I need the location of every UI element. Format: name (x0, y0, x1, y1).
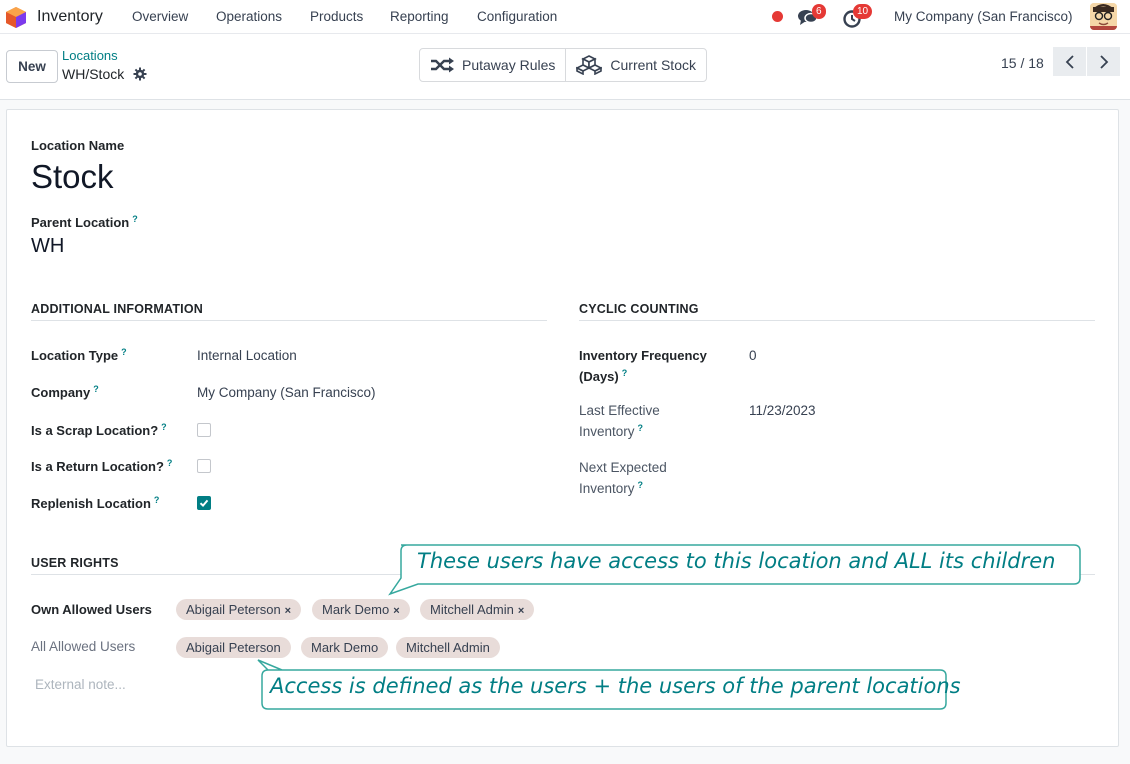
help-icon[interactable]: ? (622, 368, 628, 378)
pager-previous-button[interactable] (1053, 47, 1086, 76)
own-user-tag[interactable]: Abigail Peterson × (176, 599, 302, 620)
shuffle-icon (431, 57, 454, 73)
current-stock-button[interactable]: Current Stock (565, 49, 706, 81)
section-divider (579, 320, 1095, 321)
replenish-location-label: Replenish Location? (31, 495, 160, 511)
pager-value[interactable]: 15 / 18 (1001, 55, 1044, 71)
user-avatar[interactable] (1090, 3, 1117, 30)
current-stock-label: Current Stock (610, 57, 696, 73)
scrap-location-label-text: Is a Scrap Location? (31, 423, 159, 438)
help-icon[interactable]: ? (638, 480, 644, 490)
form-sheet: Location Name Stock Parent Location? WH … (6, 109, 1119, 747)
cyclic-counting-title: CYCLIC COUNTING (579, 302, 699, 316)
external-note-input[interactable]: External note... (35, 677, 126, 692)
location-name-field[interactable]: Stock (31, 158, 114, 196)
menu-operations[interactable]: Operations (216, 9, 282, 24)
company-label-text: Company (31, 385, 91, 400)
inventory-frequency-label: Inventory Frequency (579, 348, 707, 363)
pager-next-button[interactable] (1087, 47, 1120, 76)
return-location-checkbox[interactable] (197, 459, 211, 473)
help-icon[interactable]: ? (161, 422, 167, 432)
location-type-label: Location Type? (31, 347, 127, 363)
replenish-location-checkbox[interactable] (197, 496, 211, 510)
help-icon[interactable]: ? (167, 458, 173, 468)
parent-location-label-text: Parent Location (31, 215, 130, 230)
checkmark-icon (199, 499, 209, 508)
return-location-label-text: Is a Return Location? (31, 459, 164, 474)
next-expected-label-text: Inventory (579, 481, 635, 496)
remove-tag-icon[interactable]: × (518, 605, 524, 617)
own-user-tag[interactable]: Mitchell Admin × (420, 599, 535, 620)
parent-location-label: Parent Location? (31, 214, 138, 230)
control-panel: New Locations WH/Stock Putaway Rules Cur… (0, 34, 1130, 100)
location-name-label: Location Name (31, 138, 125, 153)
breadcrumb-current: WH/Stock (62, 66, 125, 82)
chevron-right-icon (1099, 54, 1108, 69)
callout-bottom-text: Access is defined as the users + the use… (270, 674, 961, 698)
parent-location-field[interactable]: WH (31, 235, 64, 258)
help-icon[interactable]: ? (121, 347, 127, 357)
company-field[interactable]: My Company (San Francisco) (197, 385, 376, 400)
menu-configuration[interactable]: Configuration (477, 9, 557, 24)
scrap-location-checkbox[interactable] (197, 423, 211, 437)
location-type-label-text: Location Type (31, 348, 119, 363)
menu-reporting[interactable]: Reporting (390, 9, 449, 24)
menu-overview[interactable]: Overview (132, 9, 188, 24)
putaway-rules-button[interactable]: Putaway Rules (420, 49, 565, 81)
gear-icon[interactable] (133, 67, 147, 81)
remove-tag-icon[interactable]: × (393, 605, 399, 617)
own-user-tag-name: Mark Demo (322, 602, 390, 617)
own-allowed-users-label: Own Allowed Users (31, 602, 152, 617)
help-icon[interactable]: ? (93, 384, 99, 394)
last-effective-label-line2: Inventory? (579, 423, 644, 439)
location-type-field[interactable]: Internal Location (197, 348, 297, 363)
new-button[interactable]: New (6, 50, 58, 83)
all-user-tag: Mitchell Admin (396, 637, 500, 658)
section-divider (31, 574, 1095, 575)
putaway-rules-label: Putaway Rules (462, 57, 556, 73)
user-rights-title: USER RIGHTS (31, 556, 119, 570)
help-icon[interactable]: ? (132, 214, 138, 224)
company-label: Company? (31, 384, 99, 400)
chevron-left-icon (1065, 54, 1074, 69)
scrap-location-label: Is a Scrap Location?? (31, 422, 167, 438)
status-dot-icon[interactable] (772, 11, 783, 22)
all-user-tag: Abigail Peterson (176, 637, 291, 658)
inventory-app-icon[interactable] (6, 7, 26, 28)
top-navbar: Inventory Overview Operations Products R… (0, 0, 1130, 34)
app-name[interactable]: Inventory (37, 8, 103, 26)
all-user-tag: Mark Demo (301, 637, 389, 658)
help-icon[interactable]: ? (638, 423, 644, 433)
next-expected-label: Next Expected (579, 460, 667, 475)
inventory-frequency-label-text: (Days) (579, 369, 619, 384)
messages-badge: 6 (812, 4, 826, 19)
replenish-location-label-text: Replenish Location (31, 496, 151, 511)
last-effective-label: Last Effective (579, 403, 660, 418)
own-user-tag-name: Mitchell Admin (430, 602, 514, 617)
own-user-tag[interactable]: Mark Demo × (312, 599, 410, 620)
remove-tag-icon[interactable]: × (285, 605, 291, 617)
activities-badge: 10 (853, 4, 873, 19)
last-effective-value: 11/23/2023 (749, 403, 816, 418)
inventory-frequency-label-line2: (Days)? (579, 368, 628, 384)
last-effective-label-text: Inventory (579, 424, 635, 439)
next-expected-label-line2: Inventory? (579, 480, 644, 496)
company-switcher[interactable]: My Company (San Francisco) (894, 9, 1073, 24)
own-user-tag-name: Abigail Peterson (186, 602, 281, 617)
breadcrumb-locations[interactable]: Locations (62, 48, 118, 63)
additional-info-title: ADDITIONAL INFORMATION (31, 302, 203, 316)
inventory-frequency-field[interactable]: 0 (749, 348, 757, 363)
return-location-label: Is a Return Location?? (31, 458, 173, 474)
section-divider (31, 320, 547, 321)
cubes-icon (576, 55, 603, 75)
all-allowed-users-label: All Allowed Users (31, 639, 136, 654)
smart-buttons: Putaway Rules Current Stock (419, 48, 707, 82)
callout-top-text: These users have access to this location… (417, 549, 1056, 573)
help-icon[interactable]: ? (154, 495, 160, 505)
menu-products[interactable]: Products (310, 9, 363, 24)
